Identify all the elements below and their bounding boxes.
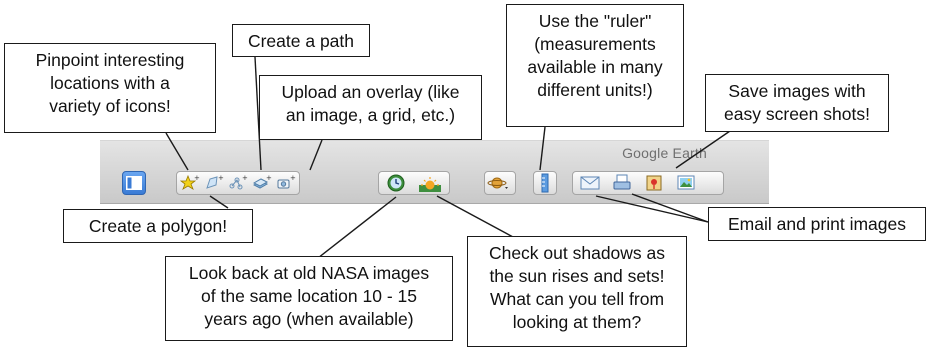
shadows-line-1: Check out shadows as xyxy=(488,243,666,263)
save-leader xyxy=(675,130,731,169)
overlay-line-2: an image, a grid, etc.) xyxy=(285,105,456,125)
overlay-callout: Upload an overlay (like an image, a grid… xyxy=(259,75,482,140)
save-callout: Save images with easy screen shots! xyxy=(705,74,889,132)
overlay-line-1: Upload an overlay (like xyxy=(281,82,460,102)
shadows-line-3: What can you tell from xyxy=(489,289,665,309)
print-leader xyxy=(631,193,709,223)
nasa-line-2: of the same location 10 - 15 xyxy=(201,286,417,306)
pinpoint-line-2: locations with a xyxy=(50,73,170,93)
path-callout: Create a path xyxy=(232,24,370,57)
shadows-callout: Check out shadows as the sun rises and s… xyxy=(467,236,687,347)
polygon-line-1: Create a polygon! xyxy=(88,216,228,236)
nasa-callout: Look back at old NASA images of the same… xyxy=(165,256,453,341)
save-line-2: easy screen shots! xyxy=(724,104,870,124)
ruler-line-3: available in many xyxy=(527,57,663,77)
ruler-leader xyxy=(539,126,546,171)
ruler-callout: Use the "ruler" (measurements available … xyxy=(506,4,684,127)
pinpoint-leader xyxy=(165,132,189,171)
email-print-line-1: Email and print images xyxy=(728,214,906,234)
pinpoint-line-1: Pinpoint interesting xyxy=(35,50,185,70)
overlay-leader xyxy=(309,139,323,171)
pinpoint-line-3: variety of icons! xyxy=(49,96,171,116)
nasa-line-3: years ago (when available) xyxy=(204,309,414,329)
ruler-line-4: different units!) xyxy=(537,80,653,100)
email-print-callout: Email and print images xyxy=(708,207,926,241)
save-line-1: Save images with xyxy=(728,81,866,101)
shadows-line-2: the sun rises and sets! xyxy=(489,266,665,286)
pinpoint-callout: Pinpoint interesting locations with a va… xyxy=(4,43,216,133)
nasa-line-1: Look back at old NASA images xyxy=(188,263,430,283)
polygon-leader xyxy=(209,195,229,209)
path-line-1: Create a path xyxy=(247,31,355,51)
email-leader xyxy=(595,195,709,223)
nasa-leader xyxy=(317,196,397,259)
shadows-line-4: looking at them? xyxy=(512,312,642,332)
shadows-leader xyxy=(436,195,514,238)
ruler-line-1: Use the "ruler" xyxy=(538,11,652,31)
ruler-line-2: (measurements xyxy=(534,34,656,54)
polygon-callout: Create a polygon! xyxy=(63,209,253,243)
